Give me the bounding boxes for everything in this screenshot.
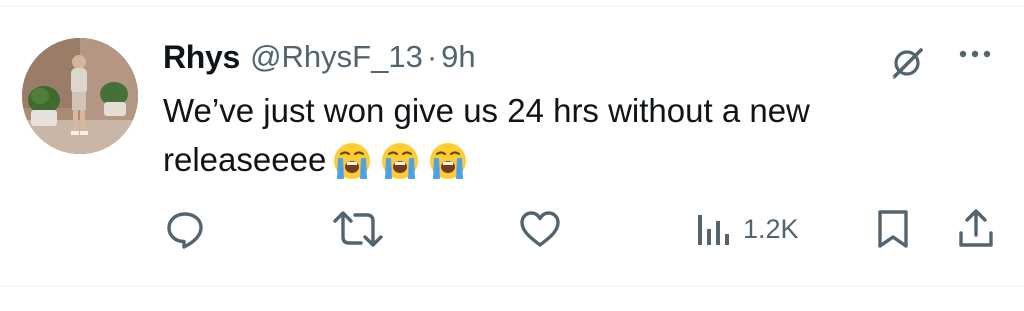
share-icon [959,209,993,247]
tweet-body: We’ve just won give us 24 hrs without a … [163,86,963,184]
loudly-crying-face-icon [430,143,467,179]
views-bar-chart-icon [698,215,729,245]
reply-icon [167,212,203,249]
display-name[interactable]: Rhys [163,39,240,76]
timestamp[interactable]: 9h [441,39,475,75]
retweet-icon [333,211,383,247]
avatar[interactable] [22,38,138,154]
bookmark-button[interactable] [873,206,913,252]
loudly-crying-face-icon [382,143,419,179]
emoji-group [332,141,468,181]
heart-icon [520,211,560,247]
retweet-button[interactable] [331,206,385,252]
loudly-crying-face-icon [334,143,371,179]
top-divider [0,6,1024,7]
grok-icon[interactable] [884,40,930,86]
avatar-photo [22,38,138,154]
tweet-text: We’ve just won give us 24 hrs without a … [163,92,810,178]
share-button[interactable] [955,206,997,252]
separator-dot: · [426,39,438,74]
user-handle[interactable]: @RhysF_13 [250,39,423,75]
more-dots-icon[interactable] [955,44,995,64]
bottom-divider [0,286,1024,287]
bookmark-icon [878,210,908,248]
views-button[interactable]: 1.2K [695,206,799,252]
like-button[interactable] [517,206,563,252]
tweet-header: Rhys @RhysF_13 · 9h [163,34,476,80]
action-bar: 1.2K [0,206,1024,252]
views-count: 1.2K [743,213,799,244]
reply-button[interactable] [163,206,207,252]
